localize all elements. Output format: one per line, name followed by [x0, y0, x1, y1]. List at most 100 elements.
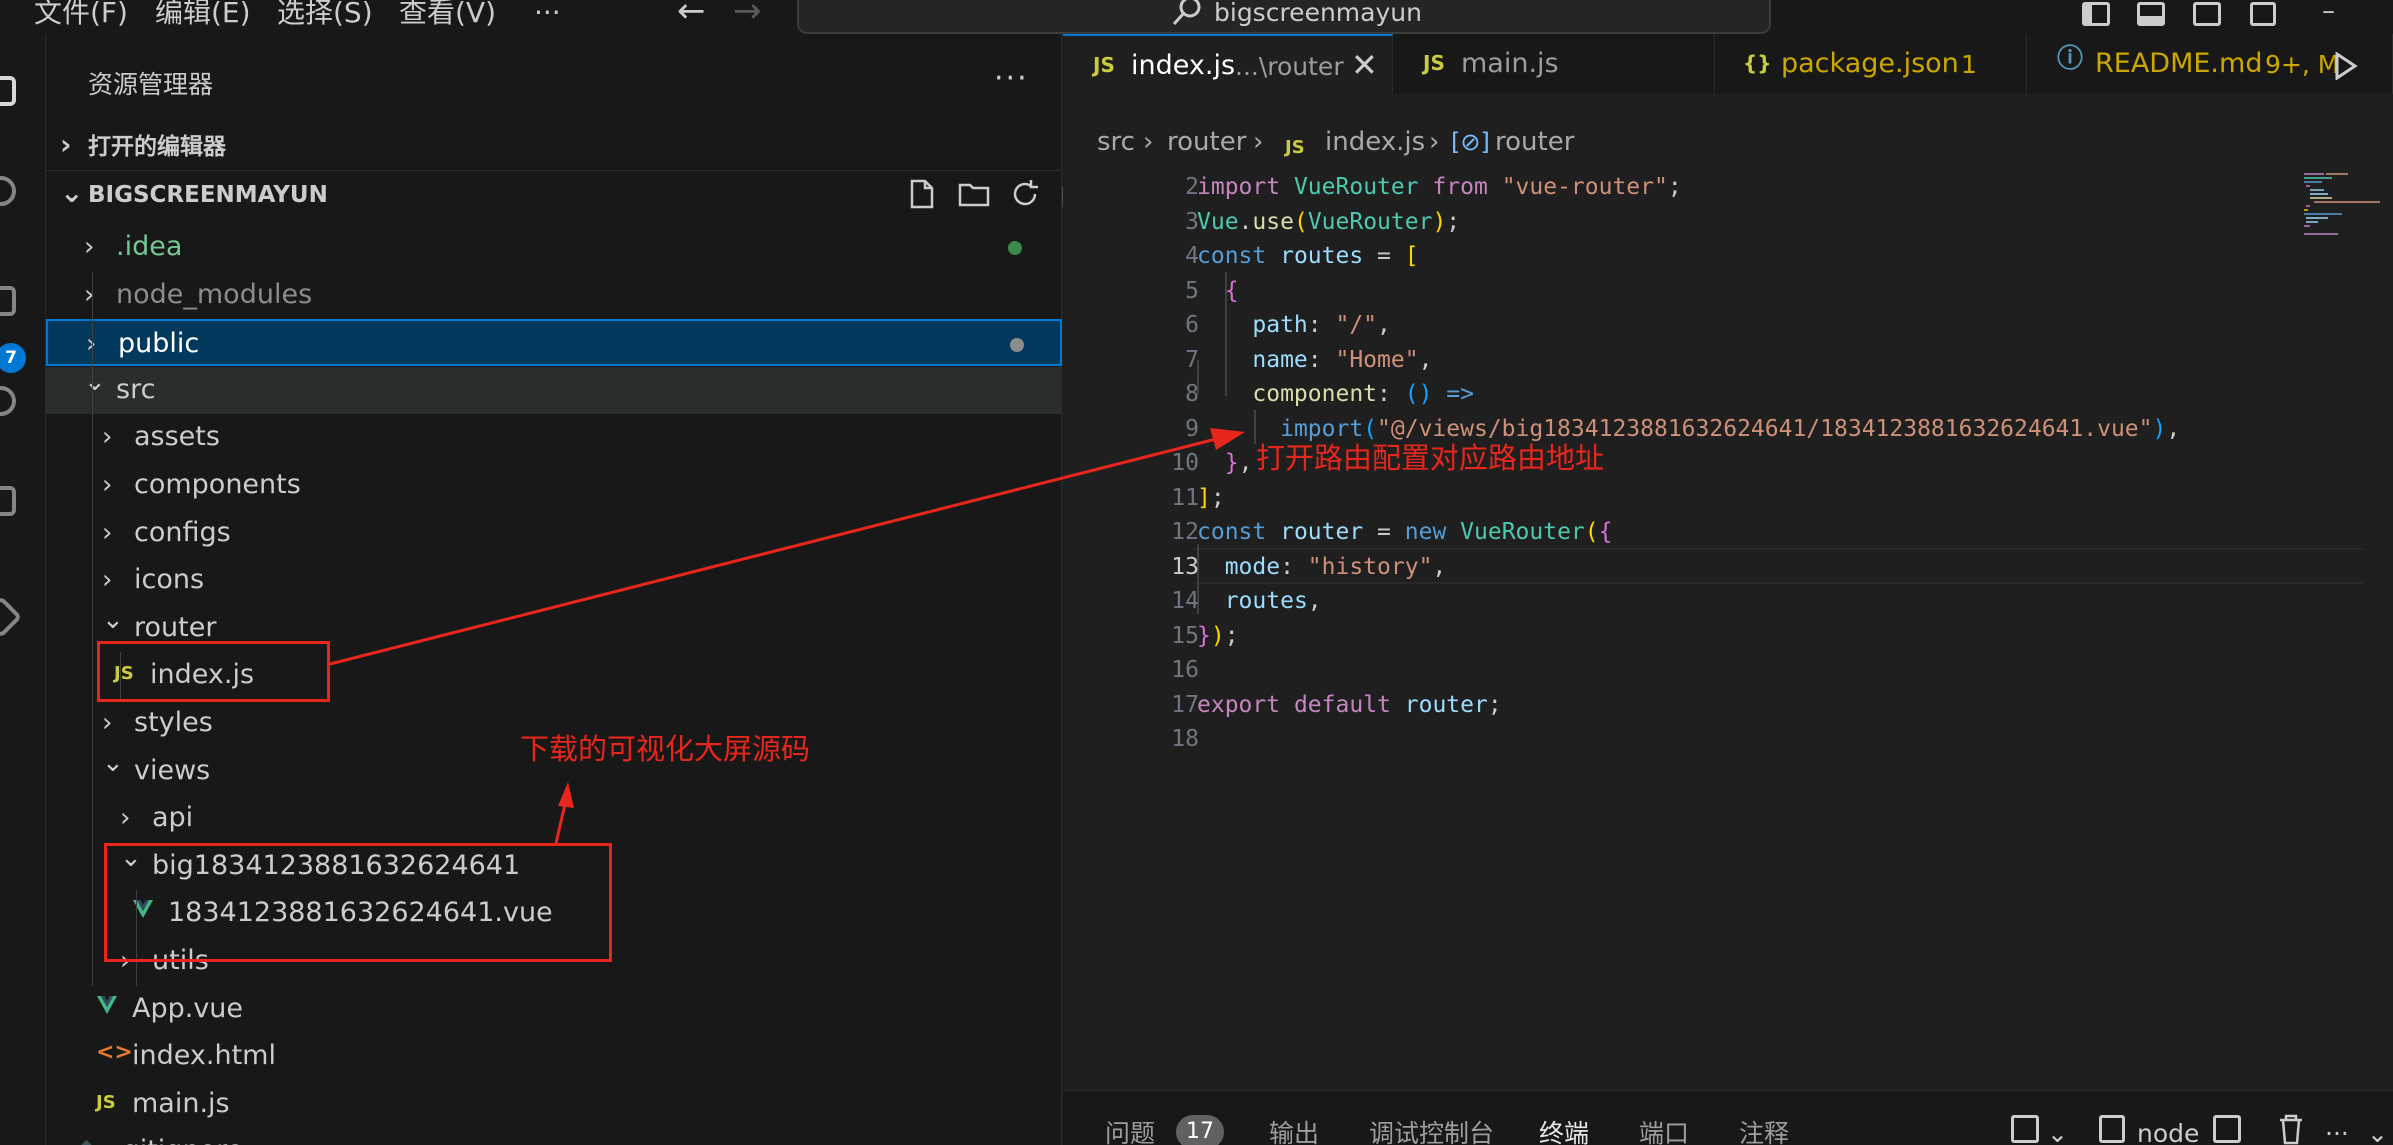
js-file-icon: JS — [1285, 137, 1305, 158]
project-label: BIGSCREENMAYUN — [88, 182, 328, 208]
tree-item-app-vue[interactable]: App.vue — [46, 986, 1062, 1033]
customize-layout-icon[interactable] — [2250, 2, 2276, 26]
close-icon[interactable]: ✕ — [1351, 48, 1378, 82]
tree-item-idea[interactable]: › .idea — [46, 224, 1062, 271]
explorer-title: 资源管理器 — [88, 70, 214, 99]
chevron-right-icon: › — [120, 803, 131, 834]
chevron-right-icon: › — [102, 565, 113, 596]
open-editors-header[interactable]: › 打开的编辑器 — [46, 124, 1062, 168]
new-file-icon[interactable] — [906, 178, 938, 210]
arrow-right-icon[interactable]: → — [733, 0, 762, 28]
tree-item-label: public — [118, 328, 200, 360]
tab-main-js[interactable]: JS main.js — [1393, 34, 1715, 94]
refresh-icon[interactable] — [1009, 178, 1041, 210]
toggle-primary-sidebar-icon[interactable] — [2082, 2, 2110, 26]
trash-icon[interactable] — [2277, 1113, 2305, 1145]
tab-status: 9+, M — [2265, 50, 2340, 79]
code-line: routes, — [1224, 588, 1322, 614]
code-line: name: "Home", — [1252, 346, 1433, 373]
new-folder-icon[interactable] — [958, 178, 990, 210]
remote-explorer-icon[interactable] — [0, 595, 23, 639]
source-control-icon[interactable] — [0, 286, 16, 316]
tab-debug-console[interactable]: 调试控制台 — [1369, 1119, 1494, 1145]
run-debug-icon[interactable] — [0, 386, 16, 416]
tab-problem-count: 1 — [1961, 50, 1977, 79]
open-editors-label: 打开的编辑器 — [88, 134, 226, 160]
run-icon[interactable] — [2333, 52, 2359, 80]
toggle-secondary-sidebar-icon[interactable] — [2193, 2, 2221, 26]
menu-edit[interactable]: 编辑(E) — [155, 0, 251, 30]
html-file-icon: <> — [96, 1040, 133, 1066]
line-number: 3 — [1185, 208, 1199, 235]
activity-bar: 7 — [0, 34, 46, 1145]
chevron-right-icon: › — [102, 470, 113, 500]
line-number: 14 — [1171, 588, 1199, 614]
tree-item-index-html[interactable]: <> index.html — [46, 1033, 1062, 1080]
tree-item-icons[interactable]: › icons — [46, 557, 1062, 604]
tree-item-api[interactable]: › api — [46, 795, 1062, 842]
scm-badge: 7 — [0, 343, 26, 373]
tree-item-components[interactable]: › components — [46, 462, 1062, 509]
more-actions-icon[interactable]: ··· — [2325, 1119, 2349, 1145]
section-divider — [46, 170, 1062, 171]
title-bar: 文件(F) 编辑(E) 选择(S) 查看(V) ··· ← → bigscree… — [0, 0, 2393, 34]
tree-item-node-modules[interactable]: › node_modules — [46, 272, 1062, 319]
chevron-right-icon: › — [60, 128, 72, 161]
tab-ports[interactable]: 端口 — [1639, 1119, 1689, 1145]
chevron-right-icon: › — [102, 517, 113, 548]
tree-item-label: icons — [134, 564, 205, 596]
tab-terminal[interactable]: 终端 — [1539, 1119, 1589, 1145]
tree-item-configs[interactable]: › configs — [46, 510, 1062, 557]
line-number: 11 — [1171, 484, 1199, 511]
bottom-panel: 问题 17 输出 调试控制台 终端 端口 注释 ⌄ node ··· ⌄ — [1063, 1090, 2393, 1145]
tab-problems[interactable]: 问题 — [1105, 1119, 1155, 1145]
code-line: { — [1224, 277, 1239, 304]
menu-view[interactable]: 查看(V) — [399, 0, 496, 30]
menu-file[interactable]: 文件(F) — [34, 0, 128, 30]
line-number: 4 — [1185, 243, 1199, 269]
chevron-down-icon[interactable]: ⌄ — [2047, 1119, 2068, 1145]
explorer-icon[interactable] — [0, 76, 16, 106]
toggle-panel-icon[interactable] — [2137, 2, 2165, 26]
line-number: 17 — [1171, 691, 1199, 718]
explorer-more-button[interactable]: ··· — [994, 64, 1029, 94]
tree-item-assets[interactable]: › assets — [46, 414, 1062, 461]
line-number: 12 — [1171, 519, 1199, 545]
tree-item-main-js[interactable]: JS main.js — [46, 1081, 1062, 1128]
split-terminal-icon[interactable] — [2011, 1115, 2039, 1143]
breadcrumb-src[interactable]: src — [1097, 126, 1135, 158]
explorer-sidebar: 资源管理器 ··· › 打开的编辑器 ⌄ BIGSCREENMAYUN › .id… — [46, 34, 1102, 1145]
chevron-right-icon: › — [1429, 127, 1440, 157]
tree-item-src[interactable]: ⌄ src — [46, 366, 1062, 414]
tab-label: main.js — [1461, 48, 1559, 79]
chevron-down-icon[interactable]: ⌄ — [2367, 1119, 2388, 1145]
line-number: 15 — [1171, 622, 1199, 649]
code-line: }); — [1197, 622, 1239, 649]
tree-item-gitignore[interactable]: ◆ .gitignore — [46, 1128, 1062, 1145]
tab-comments[interactable]: 注释 — [1739, 1119, 1789, 1145]
arrow-left-icon[interactable]: ← — [677, 0, 706, 28]
search-view-icon[interactable] — [0, 176, 16, 206]
tab-package-json[interactable]: {} package.json 1 — [1715, 34, 2027, 94]
extensions-icon[interactable] — [0, 486, 16, 516]
minimap[interactable] — [2302, 170, 2382, 250]
breadcrumb-symbol[interactable]: router — [1495, 126, 1574, 158]
tree-item-label: src — [116, 373, 156, 405]
tree-item-public[interactable]: ›public — [46, 319, 1062, 367]
chevron-down-icon: ⌄ — [102, 747, 124, 778]
terminal-icon — [2099, 1115, 2125, 1143]
menu-selection[interactable]: 选择(S) — [277, 0, 373, 30]
breadcrumb-file[interactable]: index.js — [1325, 126, 1425, 158]
line-number: 18 — [1171, 726, 1199, 752]
minimize-button[interactable]: – — [2322, 0, 2335, 26]
tab-output[interactable]: 输出 — [1269, 1119, 1319, 1145]
chevron-right-icon: › — [1143, 127, 1154, 157]
menu-more[interactable]: ··· — [534, 0, 561, 30]
tree-item-label: .idea — [116, 231, 183, 262]
split-icon[interactable] — [2213, 1115, 2241, 1143]
terminal-name[interactable]: node — [2137, 1119, 2199, 1145]
tab-index-js[interactable]: JS index.js ...\router ✕ — [1063, 34, 1393, 94]
tree-item-label: router — [134, 611, 217, 643]
breadcrumb-router[interactable]: router — [1167, 126, 1246, 158]
code-editor[interactable]: 2 import VueRouter from "vue-router"; 3 Vue… — [1063, 170, 2373, 1090]
